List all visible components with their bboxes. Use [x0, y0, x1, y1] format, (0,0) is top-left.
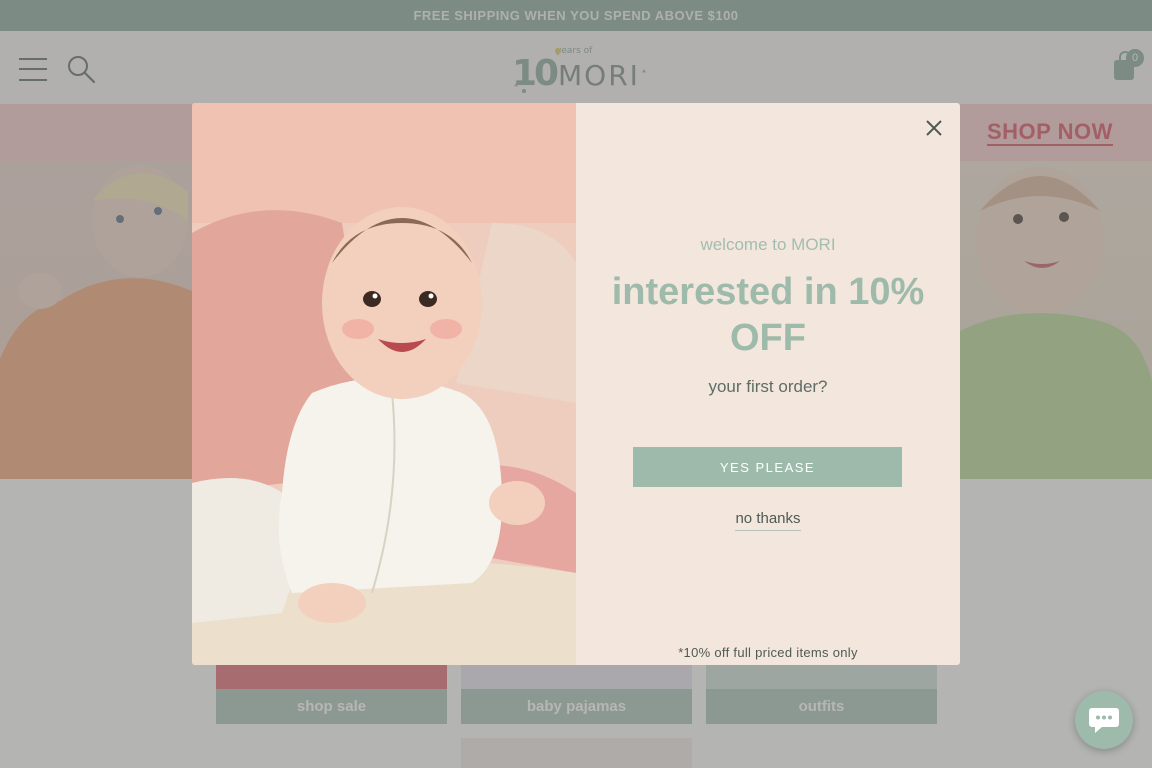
- yes-please-button[interactable]: YES PLEASE: [633, 447, 902, 487]
- modal-welcome-text: welcome to MORI: [700, 235, 836, 254]
- modal-headline: interested in 10% OFF: [611, 271, 925, 359]
- modal-fine-print: *10% off full priced items only: [678, 645, 858, 660]
- modal-subline: your first order?: [708, 377, 828, 396]
- chat-bubble-icon[interactable]: [1075, 691, 1133, 749]
- signup-modal: welcome to MORI interested in 10% OFF yo…: [192, 103, 960, 665]
- modal-content-panel: welcome to MORI interested in 10% OFF yo…: [576, 103, 960, 665]
- no-thanks-link[interactable]: no thanks: [735, 510, 801, 531]
- modal-baby-photo: [192, 103, 576, 665]
- no-thanks-container: no thanks: [576, 508, 960, 531]
- close-icon[interactable]: [922, 116, 946, 140]
